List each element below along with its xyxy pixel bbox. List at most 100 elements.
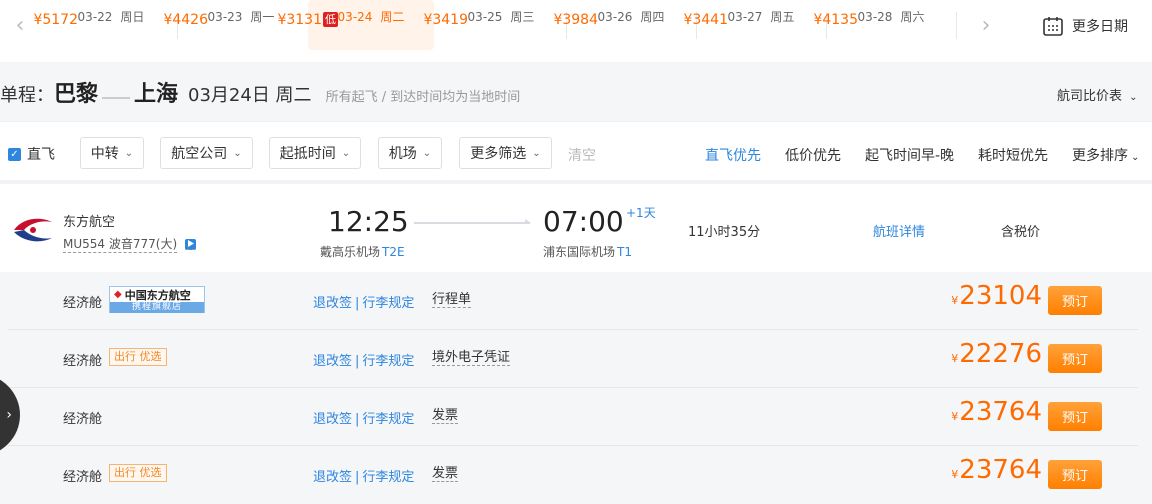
travel-document[interactable]: 发票 [432,466,459,482]
date-cell[interactable]: 03-28 周六 ¥4135 [813,0,954,50]
plane-icon [102,93,131,101]
dropdown-label: 起抵时间 [279,146,336,162]
filter-bar: ✓ 直飞 中转 ⌄ 航空公司 ⌄ 起抵时间 ⌄ 机场 ⌄ 更多筛选 ⌄ 清空 直飞优先 低… [0,122,1152,184]
filter-more-dropdown[interactable]: 更多筛选 ⌄ [459,137,552,169]
chevron-down-icon: ⌄ [124,147,134,159]
chevron-down-icon: ⌄ [341,147,351,159]
more-dates-label: 更多日期 [1072,18,1128,35]
date-label: 03-27 [727,10,763,24]
preferred-badge: 出行 优选 [109,348,167,366]
baggage-rules-link[interactable]: 行李规定 [362,412,414,427]
trip-title: 单程： 巴黎 上海 03月24日 周二 所有起飞 / 到达时间均为当地时间 [0,76,520,108]
date-cell[interactable]: 03-26 周四 ¥3984 [553,0,694,50]
arrival-time: 07:00 [543,205,624,238]
china-eastern-logo-icon: ◆ [114,289,122,300]
baggage-rules-link[interactable]: 行李规定 [362,296,414,311]
flagship-store-badge: ◆ 中国东方航空 携程旗舰店 [109,286,205,313]
sort-departure-time[interactable]: 起飞时间早-晚 [865,145,954,165]
airline-name: 东方航空 [63,215,116,230]
preferred-badge: 出行 优选 [109,464,167,482]
airline-compare-label: 航司比价表 [1057,89,1123,104]
refund-change-link[interactable]: 退改签 [313,412,352,427]
dropdown-label: 航空公司 [171,146,228,162]
date-cell[interactable]: 03-27 周五 ¥3441 [683,0,824,50]
departure-time: 12:25 [328,205,409,238]
date-label: 03-23 [207,10,243,24]
chevron-right-icon[interactable]: › [966,0,1006,51]
chevron-down-icon: ⌄ [233,147,242,159]
clear-filters-link[interactable]: 清空 [568,145,596,165]
badge-line2: 携程旗舰店 [110,302,204,313]
travel-document[interactable]: 发票 [432,408,459,424]
direct-flight-checkbox[interactable]: ✓ 直飞 [8,144,55,164]
baggage-rules-link[interactable]: 行李规定 [362,354,414,369]
rules-separator: | [355,354,360,369]
weekday-label: 周二 [380,10,405,24]
fare-row: 经济舱 出行 优选 退改签 | 行李规定 发票 ¥23764 预订 [8,446,1138,504]
flight-details-link[interactable]: 航班详情 [873,221,925,240]
currency-symbol: ¥ [951,352,959,365]
fare-row: 经济舱 出行 优选 退改签 | 行李规定 境外电子凭证 ¥22276 预订 [8,330,1138,388]
travel-document[interactable]: 境外电子凭证 [432,350,511,366]
flight-row[interactable]: 东方航空 MU554 波音777(大) 12:25 戴高乐机场 T2E 07:00… [0,188,1152,272]
trip-type-label: 单程： [0,85,54,106]
airline-compare-link[interactable]: 航司比价表 ⌄ [1057,85,1138,104]
filter-airport-dropdown[interactable]: 机场 ⌄ [378,137,442,169]
fare-row: 经济舱 ◆ 中国东方航空 携程旗舰店 退改签 | 行李规定 行程单 ¥23104 预订 [8,272,1138,330]
price-amount: 23764 [959,455,1042,485]
refund-change-link[interactable]: 退改签 [313,470,352,485]
fare-row: 经济舱 退改签 | 行李规定 发票 ¥23764 预订 [8,388,1138,446]
fare-list: 经济舱 ◆ 中国东方航空 携程旗舰店 退改签 | 行李规定 行程单 ¥23104 预订… [0,272,1152,504]
sort-direct-first[interactable]: 直飞优先 [705,145,761,165]
date-label: 03-28 [857,10,893,24]
book-button[interactable]: 预订 [1048,402,1102,431]
date-cell-selected[interactable]: 03-24 周二 ¥3131 低 [277,0,434,50]
price-amount: 23764 [959,397,1042,427]
dropdown-label: 更多排序 [1072,148,1128,164]
weekday-label: 周五 [770,10,795,24]
currency-symbol: ¥ [951,294,959,307]
fare-rules: 退改签 | 行李规定 [313,408,414,427]
filter-transfer-dropdown[interactable]: 中转 ⌄ [80,137,144,169]
route-arrow [414,219,531,224]
dropdown-label: 更多筛选 [470,146,527,162]
flight-number[interactable]: MU554 波音777(大) [63,235,197,253]
date-price: ¥3131 [277,12,322,28]
checkbox-checked-icon: ✓ [8,147,21,161]
weekday-label: 周六 [900,10,925,24]
fare-price: ¥22276 [951,339,1042,369]
local-time-note: 所有起飞 / 到达时间均为当地时间 [325,90,521,105]
more-sort-dropdown[interactable]: 更多排序 ⌄ [1072,145,1139,165]
sort-shortest-duration[interactable]: 耗时短优先 [978,145,1048,165]
date-price: ¥4135 [813,12,858,28]
arrival-airport-name: 浦东国际机场 [543,245,616,259]
cabin-class: 经济舱 [63,354,103,369]
date-price: ¥3419 [423,12,468,28]
filter-airline-dropdown[interactable]: 航空公司 ⌄ [160,137,253,169]
date-price: ¥5172 [33,12,78,28]
direct-flight-label: 直飞 [27,147,55,163]
refund-change-link[interactable]: 退改签 [313,296,352,311]
book-button[interactable]: 预订 [1048,344,1102,373]
play-icon[interactable] [185,238,197,250]
date-label: 03-25 [467,10,503,24]
departure-terminal: T2E [382,245,405,259]
chevron-down-icon: ⌄ [532,147,541,159]
date-cell[interactable]: 03-25 周三 ¥3419 [423,0,564,50]
cabin-class: 经济舱 [63,296,103,311]
book-button[interactable]: 预订 [1048,286,1102,315]
departure-airport-name: 戴高乐机场 [320,245,381,259]
baggage-rules-link[interactable]: 行李规定 [362,470,414,485]
fare-price: ¥23104 [951,281,1042,311]
rules-separator: | [355,412,360,427]
refund-change-link[interactable]: 退改签 [313,354,352,369]
divider [956,12,957,39]
filter-time-dropdown[interactable]: 起抵时间 ⌄ [269,137,361,169]
flight-number-label: MU554 波音777(大) [63,237,178,253]
sort-lowest-price[interactable]: 低价优先 [785,145,841,165]
more-dates-button[interactable]: 更多日期 [1042,0,1128,51]
travel-document[interactable]: 行程单 [432,292,472,308]
book-button[interactable]: 预订 [1048,460,1102,489]
date-cell[interactable]: 03-22 周日 ¥5172 [33,0,174,50]
chevron-right-icon: › [6,407,12,423]
